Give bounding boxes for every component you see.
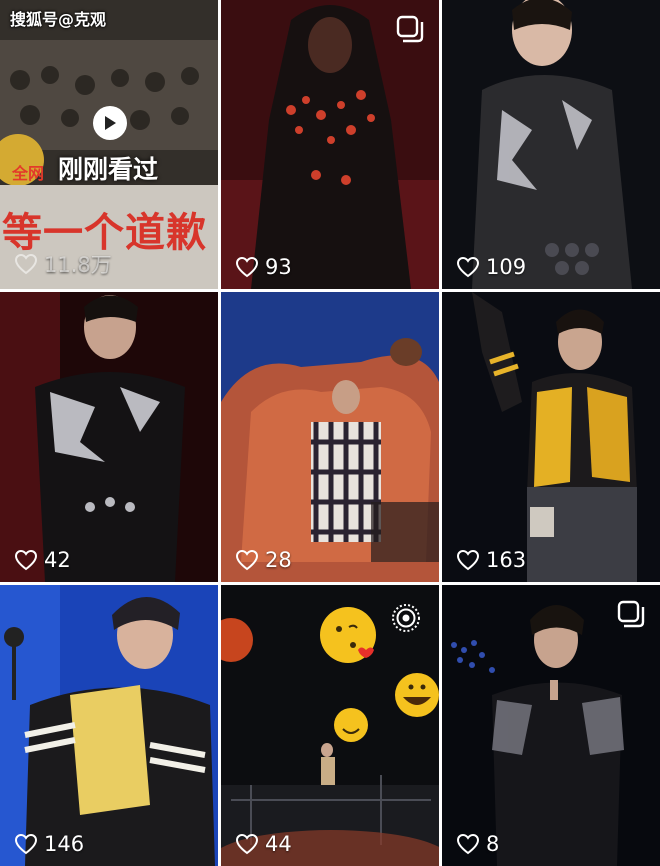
post-thumbnail xyxy=(0,585,218,866)
net-label: 全网 xyxy=(12,164,45,183)
like-count: 109 xyxy=(456,255,526,279)
like-count: 146 xyxy=(14,832,84,856)
like-count-value: 163 xyxy=(486,548,527,572)
like-count-value: 11.8万 xyxy=(44,253,112,277)
watermark: 搜狐号@克观 xyxy=(10,10,107,29)
like-count-value: 146 xyxy=(44,832,85,856)
like-count: 93 xyxy=(235,255,292,279)
post-thumbnail xyxy=(0,292,218,582)
like-count-value: 28 xyxy=(265,548,292,572)
recently-viewed-label: 刚刚看过 xyxy=(58,155,159,184)
multi-image-icon xyxy=(617,600,645,628)
heart-icon xyxy=(14,549,38,571)
post-thumbnail xyxy=(442,292,660,582)
post-tile-7[interactable]: 146 xyxy=(0,585,218,866)
like-count-value: 42 xyxy=(44,548,71,572)
like-count: 8 xyxy=(456,832,499,856)
post-tile-6[interactable]: 163 xyxy=(442,292,660,582)
like-count: 28 xyxy=(235,548,292,572)
post-tile-9[interactable]: 8 xyxy=(442,585,660,866)
post-tile-1[interactable]: 全网 刚刚看过 等一个道歉 11.8万 xyxy=(0,0,218,289)
play-icon[interactable] xyxy=(93,106,127,140)
like-count-value: 109 xyxy=(486,255,527,279)
multi-image-icon xyxy=(396,15,424,43)
like-count: 44 xyxy=(235,832,292,856)
live-photo-icon xyxy=(392,604,420,632)
like-count: 11.8万 xyxy=(14,249,112,279)
post-tile-2[interactable]: 93 xyxy=(221,0,439,289)
post-thumbnail xyxy=(221,292,439,582)
like-count-value: 93 xyxy=(265,255,292,279)
post-tile-3[interactable]: 109 xyxy=(442,0,660,289)
like-count: 42 xyxy=(14,548,71,572)
post-tile-8[interactable]: 44 xyxy=(221,585,439,866)
heart-icon xyxy=(456,833,480,855)
post-thumbnail xyxy=(442,0,660,289)
heart-icon xyxy=(235,833,259,855)
heart-icon xyxy=(456,256,480,278)
heart-icon xyxy=(235,256,259,278)
heart-icon xyxy=(235,549,259,571)
like-count: 163 xyxy=(456,548,526,572)
like-count-value: 8 xyxy=(486,832,500,856)
post-tile-5[interactable]: wangyufei 28 xyxy=(221,292,439,582)
post-grid: 全网 刚刚看过 等一个道歉 11.8万 搜狐号@克观 93 109 42 28 … xyxy=(0,0,660,866)
heart-icon xyxy=(14,833,38,855)
heart-icon xyxy=(14,253,38,275)
post-tile-4[interactable]: 42 xyxy=(0,292,218,582)
like-count-value: 44 xyxy=(265,832,292,856)
heart-icon xyxy=(456,549,480,571)
